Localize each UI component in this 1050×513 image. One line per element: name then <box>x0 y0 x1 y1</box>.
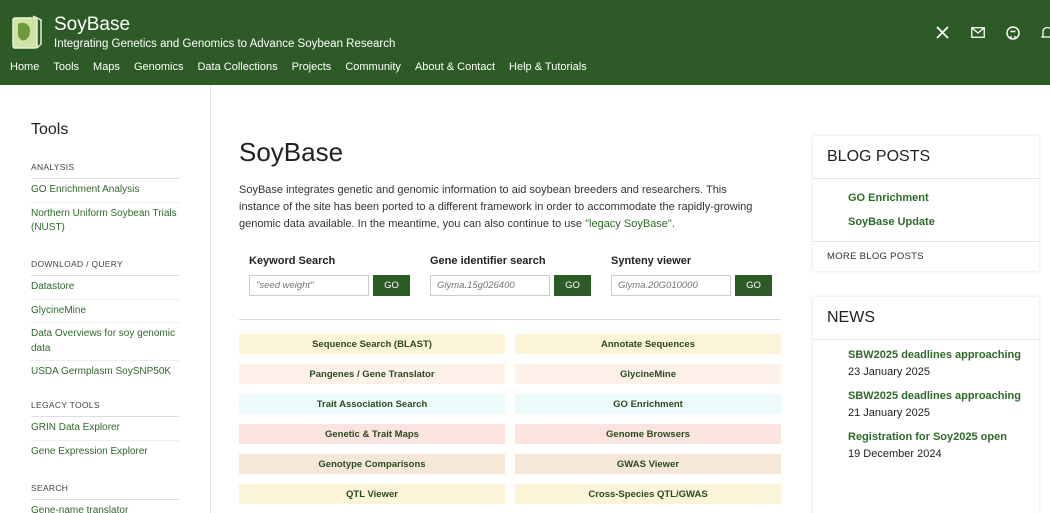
news-heading: NEWS <box>813 297 1039 340</box>
blog-posts-heading: BLOG POSTS <box>813 136 1039 179</box>
description-text: SoyBase integrates genetic and genomic i… <box>239 184 753 230</box>
nav-about-contact[interactable]: About & Contact <box>415 61 495 73</box>
github-icon[interactable] <box>1004 24 1021 41</box>
news-item-date: 21 January 2025 <box>848 407 930 419</box>
sidebar-heading: DOWNLOAD / QUERY <box>31 259 179 276</box>
news-item-title[interactable]: Registration for Soy2025 open <box>848 429 1039 446</box>
blog-post-link[interactable]: GO Enrichment <box>813 186 1039 210</box>
tools-sidebar: Tools ANALYSIS GO Enrichment Analysis No… <box>0 85 211 513</box>
synteny-viewer-input[interactable] <box>611 275 731 296</box>
news-item-title[interactable]: SBW2025 deadlines approaching <box>848 388 1039 405</box>
tool-button-trait-association-search[interactable]: Trait Association Search <box>239 394 505 414</box>
tool-button-genome-browsers[interactable]: Genome Browsers <box>515 424 781 444</box>
nav-tools[interactable]: Tools <box>53 61 79 73</box>
sidebar-heading: SEARCH <box>31 483 179 500</box>
nav-home[interactable]: Home <box>10 61 39 73</box>
nav-genomics[interactable]: Genomics <box>134 61 184 73</box>
gene-identifier-search-label: Gene identifier search <box>430 255 546 267</box>
tool-button-sequence-search-blast[interactable]: Sequence Search (BLAST) <box>239 334 505 354</box>
news-panel: NEWS SBW2025 deadlines approaching 23 Ja… <box>813 297 1039 513</box>
tool-button-genotype-comparisons[interactable]: Genotype Comparisons <box>239 454 505 474</box>
soybase-logo[interactable] <box>11 14 45 50</box>
sidebar-title: Tools <box>31 121 69 138</box>
sidebar-heading: LEGACY TOOLS <box>31 400 179 417</box>
tool-button-grid: Sequence Search (BLAST) Annotate Sequence… <box>239 334 781 504</box>
site-header: SoyBase Integrating Genetics and Genomic… <box>0 0 1050 85</box>
sidebar-link-gene-name-translator[interactable]: Gene-name translator <box>31 500 179 513</box>
synteny-viewer-go-button[interactable]: GO <box>735 275 772 296</box>
description-end: . <box>671 218 675 230</box>
blog-post-link[interactable]: SoyBase Update <box>813 210 1039 234</box>
tool-button-genetic-trait-maps[interactable]: Genetic & Trait Maps <box>239 424 505 444</box>
keyword-search-go-button[interactable]: GO <box>373 275 410 296</box>
page-description: SoyBase integrates genetic and genomic i… <box>239 182 759 233</box>
gene-identifier-search: Gene identifier search GO <box>430 255 600 296</box>
synteny-viewer-label: Synteny viewer <box>611 255 692 267</box>
section-divider <box>239 319 781 320</box>
sidebar-link-gene-expression-explorer[interactable]: Gene Expression Explorer <box>31 441 179 464</box>
keyword-search-label: Keyword Search <box>249 255 336 267</box>
tool-button-cross-species-qtl-gwas[interactable]: Cross-Species QTL/GWAS <box>515 484 781 504</box>
site-title[interactable]: SoyBase <box>54 14 130 36</box>
news-item-date: 19 December 2024 <box>848 448 942 460</box>
sidebar-heading: ANALYSIS <box>31 162 179 179</box>
news-item-title[interactable]: SBW2025 deadlines approaching <box>848 347 1039 364</box>
keyword-search: Keyword Search GO <box>249 255 419 296</box>
tool-button-go-enrichment[interactable]: GO Enrichment <box>515 394 781 414</box>
sidebar-link-soysnp50k[interactable]: USDA Germplasm SoySNP50K <box>31 361 179 384</box>
sidebar-section-download-query: DOWNLOAD / QUERY Datastore GlycineMine D… <box>31 259 179 384</box>
nav-projects[interactable]: Projects <box>292 61 332 73</box>
news-item: SBW2025 deadlines approaching 23 January… <box>813 347 1039 381</box>
header-icons <box>934 24 1050 41</box>
site-tagline: Integrating Genetics and Genomics to Adv… <box>54 38 396 50</box>
gene-identifier-search-go-button[interactable]: GO <box>554 275 591 296</box>
main-nav: Home Tools Maps Genomics Data Collection… <box>10 61 601 73</box>
news-item-date: 23 January 2025 <box>848 366 930 378</box>
sidebar-section-search: SEARCH Gene-name translator <box>31 483 179 513</box>
sidebar-link-data-overviews[interactable]: Data Overviews for soy genomic data <box>31 323 179 361</box>
sidebar-link-glycinemine[interactable]: GlycineMine <box>31 300 179 323</box>
tool-button-annotate-sequences[interactable]: Annotate Sequences <box>515 334 781 354</box>
tool-button-pangenes-gene-translator[interactable]: Pangenes / Gene Translator <box>239 364 505 384</box>
x-icon[interactable] <box>934 24 951 41</box>
more-blog-posts-link[interactable]: MORE BLOG POSTS <box>813 241 1039 271</box>
nav-help-tutorials[interactable]: Help & Tutorials <box>509 61 587 73</box>
mail-icon[interactable] <box>969 24 986 41</box>
nav-data-collections[interactable]: Data Collections <box>197 61 277 73</box>
sidebar-link-grin-data-explorer[interactable]: GRIN Data Explorer <box>31 417 179 441</box>
news-item: Registration for Soy2025 open 19 Decembe… <box>813 429 1039 463</box>
nav-maps[interactable]: Maps <box>93 61 120 73</box>
sidebar-section-analysis: ANALYSIS GO Enrichment Analysis Northern… <box>31 162 179 240</box>
tool-button-gwas-viewer[interactable]: GWAS Viewer <box>515 454 781 474</box>
legacy-soybase-link[interactable]: "legacy SoyBase" <box>585 218 672 230</box>
sidebar-section-legacy-tools: LEGACY TOOLS GRIN Data Explorer Gene Exp… <box>31 400 179 463</box>
blog-posts-panel: BLOG POSTS GO Enrichment SoyBase Update … <box>813 136 1039 271</box>
gene-identifier-search-input[interactable] <box>430 275 550 296</box>
sidebar-link-nust[interactable]: Northern Uniform Soybean Trials (NUST) <box>31 203 179 240</box>
keyword-search-input[interactable] <box>249 275 369 296</box>
news-item: SBW2025 deadlines approaching 21 January… <box>813 388 1039 422</box>
synteny-viewer-search: Synteny viewer GO <box>611 255 781 296</box>
page-title: SoyBase <box>239 137 344 167</box>
sidebar-link-datastore[interactable]: Datastore <box>31 276 179 300</box>
tool-button-qtl-viewer[interactable]: QTL Viewer <box>239 484 505 504</box>
tool-button-glycinemine[interactable]: GlycineMine <box>515 364 781 384</box>
sidebar-link-go-enrichment-analysis[interactable]: GO Enrichment Analysis <box>31 179 179 203</box>
bell-icon[interactable] <box>1039 24 1050 41</box>
nav-community[interactable]: Community <box>345 61 401 73</box>
